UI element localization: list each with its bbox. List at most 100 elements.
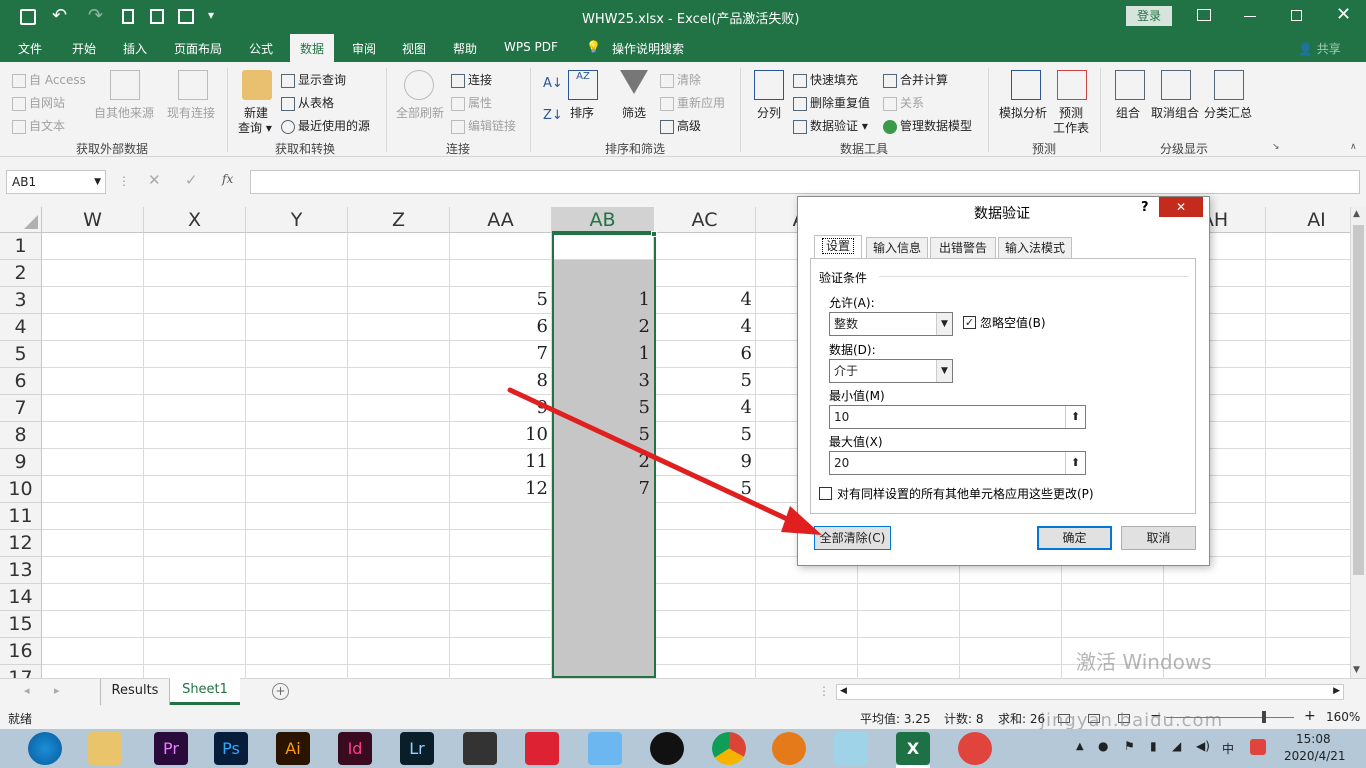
cell-ac7[interactable]: 4 [654, 397, 752, 418]
tab-split-grip-icon[interactable]: ⋮ [818, 684, 830, 698]
column-header[interactable]: W [42, 207, 144, 233]
advanced-filter-button[interactable]: 高级 [660, 117, 701, 134]
cell-aa4[interactable]: 6 [450, 316, 548, 337]
zoom-in-icon[interactable]: + [1304, 708, 1316, 724]
cell-aa9[interactable]: 11 [450, 451, 548, 472]
manage-data-model-button[interactable]: 管理数据模型 [883, 117, 972, 134]
recent-sources-button[interactable]: 最近使用的源 [281, 117, 370, 134]
minimum-input[interactable]: 10 ⬆ [829, 405, 1086, 429]
row-header[interactable]: 14 [0, 584, 42, 611]
video-editor-icon[interactable] [463, 732, 497, 765]
collapse-ribbon-icon[interactable]: ∧ [1350, 142, 1357, 152]
cell-ac5[interactable]: 6 [654, 343, 752, 364]
minimize-icon[interactable] [1244, 16, 1256, 17]
cell-ab10[interactable]: 7 [552, 478, 650, 499]
scroll-thumb[interactable] [1353, 225, 1364, 575]
dialog-titlebar[interactable]: 数据验证 ? ✕ [798, 197, 1209, 225]
form-icon[interactable] [178, 9, 194, 24]
column-header[interactable]: AI [1266, 207, 1350, 233]
tab-home[interactable]: 开始 [72, 40, 96, 57]
row-header[interactable]: 7 [0, 395, 42, 422]
row-header[interactable]: 8 [0, 422, 42, 449]
refresh-all-button[interactable]: 全部刷新 [396, 104, 444, 121]
name-box[interactable]: AB1 ▼ [6, 170, 106, 194]
from-text-button[interactable]: 自文本 [12, 117, 65, 134]
cancel-entry-icon[interactable]: ✕ [148, 171, 161, 189]
new-file-icon[interactable] [122, 9, 134, 24]
row-header[interactable]: 11 [0, 503, 42, 530]
edit-links-button[interactable]: 编辑链接 [451, 117, 516, 134]
column-header[interactable]: Y [246, 207, 348, 233]
ribbon-display-icon[interactable] [1197, 9, 1211, 21]
zoom-slider-thumb[interactable] [1262, 711, 1266, 723]
sort-az-icon[interactable]: A↓ [543, 76, 563, 91]
cell-ab8[interactable]: 5 [552, 424, 650, 445]
share-button[interactable]: 👤 共享 [1298, 40, 1341, 57]
cell-ab4[interactable]: 2 [552, 316, 650, 337]
filter-button[interactable]: 筛选 [622, 104, 646, 121]
row-header[interactable]: 15 [0, 611, 42, 638]
insert-function-icon[interactable]: fx [222, 172, 233, 186]
ok-button[interactable]: 确定 [1037, 526, 1112, 550]
tray-expand-icon[interactable]: ▲ [1076, 741, 1084, 752]
relationships-button[interactable]: 关系 [883, 94, 924, 111]
consolidate-button[interactable]: 合并计算 [883, 71, 948, 88]
sheet-tab-sheet1[interactable]: Sheet1 [170, 678, 240, 705]
clock-time[interactable]: 15:08 [1296, 732, 1331, 746]
tab-data[interactable]: 数据 [290, 34, 335, 62]
start-icon[interactable] [28, 732, 62, 765]
game-icon[interactable] [958, 732, 992, 765]
file-explorer-icon[interactable] [88, 732, 122, 765]
qq-tray-icon[interactable]: ● [1098, 739, 1108, 753]
data-validation-button[interactable]: 数据验证 ▾ [793, 117, 868, 134]
tab-page-layout[interactable]: 页面布局 [174, 40, 222, 57]
formula-input[interactable] [250, 170, 1360, 194]
tab-insert[interactable]: 插入 [123, 40, 147, 57]
tab-error-alert[interactable]: 出错警告 [930, 237, 996, 259]
from-access-button[interactable]: 自 Access [12, 71, 86, 88]
sogou-icon[interactable] [1250, 739, 1266, 755]
print-preview-icon[interactable] [150, 9, 164, 24]
scroll-up-icon[interactable]: ▲ [1353, 209, 1360, 219]
illustrator-icon[interactable]: Ai [276, 732, 310, 765]
tab-wps-pdf[interactable]: WPS PDF [504, 40, 558, 54]
cell-ab3[interactable]: 1 [552, 289, 650, 310]
volume-icon[interactable]: ◀) [1196, 739, 1210, 753]
network-icon[interactable]: ◢ [1172, 739, 1181, 753]
collapse-dialog-icon[interactable]: ⬆ [1065, 406, 1085, 428]
row-header[interactable]: 6 [0, 368, 42, 395]
apply-all-checkbox[interactable] [819, 487, 832, 500]
tab-input-message[interactable]: 输入信息 [866, 237, 928, 259]
from-table-button[interactable]: 从表格 [281, 94, 334, 111]
horizontal-scrollbar[interactable]: ◀ ▶ [836, 684, 1344, 700]
tab-review[interactable]: 审阅 [352, 40, 376, 57]
clock-date[interactable]: 2020/4/21 [1284, 749, 1346, 763]
row-header[interactable]: 4 [0, 314, 42, 341]
column-header[interactable]: X [144, 207, 246, 233]
cell-ac8[interactable]: 5 [654, 424, 752, 445]
scroll-right-icon[interactable]: ▶ [1333, 686, 1340, 696]
tab-help[interactable]: 帮助 [453, 40, 477, 57]
cell-ac6[interactable]: 5 [654, 370, 752, 391]
collapse-dialog-icon[interactable]: ⬆ [1065, 452, 1085, 474]
ignore-blank-checkbox[interactable]: ✓ [963, 316, 976, 329]
row-header[interactable]: 10 [0, 476, 42, 503]
ime-indicator[interactable]: 中 [1222, 740, 1234, 757]
cell-aa3[interactable]: 5 [450, 289, 548, 310]
flag-tray-icon[interactable]: ⚑ [1124, 739, 1135, 753]
lightroom-icon[interactable]: Lr [400, 732, 434, 765]
app-icon[interactable] [525, 732, 559, 765]
fill-handle[interactable] [651, 231, 657, 237]
close-icon[interactable]: ✕ [1336, 4, 1351, 25]
reapply-button[interactable]: 重新应用 [660, 94, 725, 111]
dialog-launcher-icon[interactable]: ↘ [1272, 142, 1280, 152]
vertical-scrollbar[interactable]: ▲ ▼ [1350, 207, 1366, 678]
customize-qat-icon[interactable]: ▾ [208, 8, 214, 22]
tab-formulas[interactable]: 公式 [249, 40, 273, 57]
tab-view[interactable]: 视图 [402, 40, 426, 57]
zoom-level[interactable]: 160% [1326, 710, 1360, 724]
cell-aa7[interactable]: 9 [450, 397, 548, 418]
prev-sheet-icon[interactable]: ◂ [24, 684, 30, 697]
what-if-button[interactable]: 模拟分析 [999, 104, 1047, 121]
text-to-columns-button[interactable]: 分列 [757, 104, 781, 121]
